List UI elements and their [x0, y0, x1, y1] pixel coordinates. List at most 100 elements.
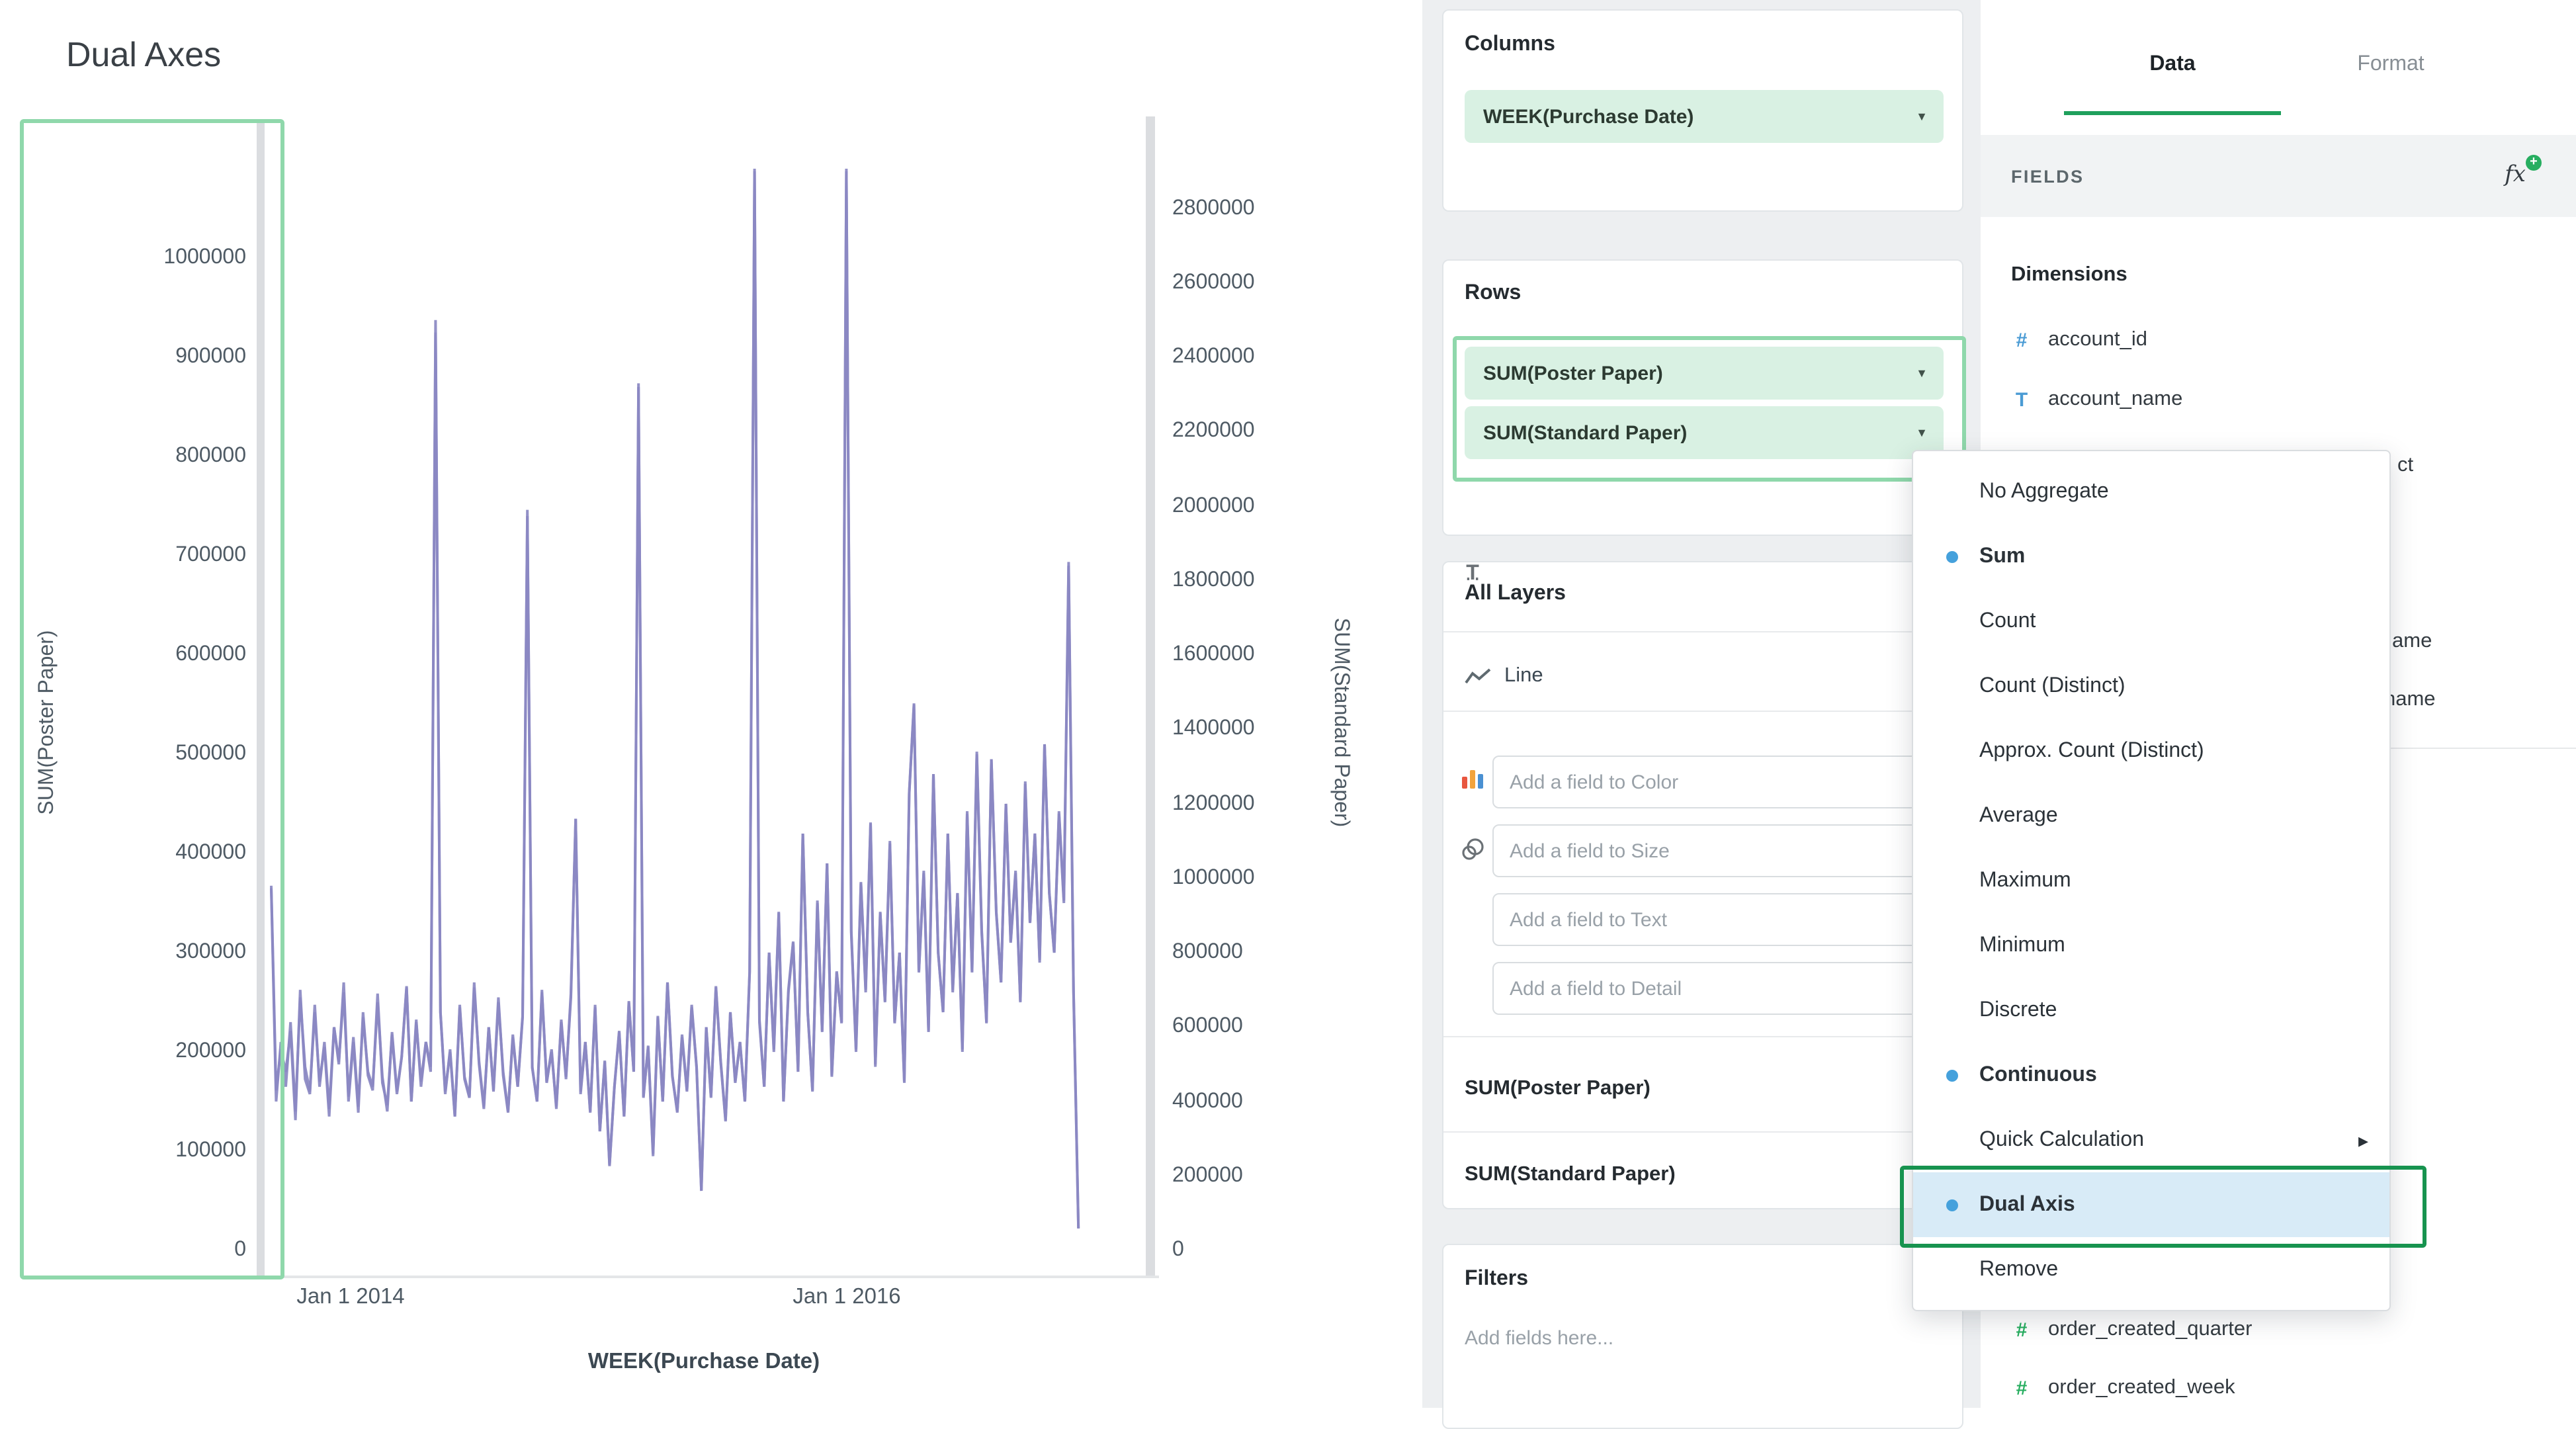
right-axis-tick: 2800000 [1172, 196, 1255, 220]
left-axis-tick: 600000 [79, 643, 246, 667]
right-axis-tick: 600000 [1172, 1016, 1243, 1039]
layer-measure-row[interactable]: SUM(Standard Paper) [1465, 1133, 1944, 1217]
menu-item-label: Discrete [1979, 998, 2057, 1022]
columns-shelf-card: Columns WEEK(Purchase Date) ▼ [1442, 9, 1963, 212]
menu-item-label: No Aggregate [1979, 480, 2109, 503]
menu-item-label: Minimum [1979, 933, 2065, 957]
dimensions-section-label: Dimensions [2011, 263, 2127, 287]
menu-item-remove[interactable]: Remove [1913, 1237, 2389, 1302]
pill-sum-standard-paper[interactable]: SUM(Standard Paper) ▼ [1465, 406, 1944, 459]
well-placeholder: Add a field to Detail [1510, 977, 1682, 1000]
fields-header-bar: FIELDS fx+ [1981, 135, 2576, 217]
hash-icon: # [2011, 1319, 2032, 1341]
menu-item-dual-axis[interactable]: Dual Axis [1913, 1172, 2389, 1237]
active-tab-underline [2064, 111, 2281, 115]
left-axis-title: SUM(Poster Paper) [36, 524, 60, 921]
selected-dot-icon [1946, 550, 1958, 562]
tab-format[interactable]: Format [2298, 53, 2483, 77]
pill-week-purchase-date[interactable]: WEEK(Purchase Date) ▼ [1465, 90, 1944, 143]
x-axis-tick: Jan 1 2016 [793, 1285, 900, 1310]
field-item-order_created_quarter[interactable]: # order_created_quarter [2011, 1318, 2253, 1342]
menu-item-quick-calculation[interactable]: Quick Calculation▸ [1913, 1107, 2389, 1172]
field-well-detail[interactable]: Add a field to Detail [1492, 962, 1940, 1015]
well-placeholder: Add a field to Size [1510, 840, 1670, 862]
occluded-field-name-fragment: name [2384, 688, 2436, 712]
selected-dot-icon [1946, 1069, 1958, 1081]
add-calculated-field-icon[interactable]: fx+ [2505, 161, 2526, 188]
right-axis-tick: 0 [1172, 1238, 1184, 1262]
left-axis-tick: 400000 [79, 842, 246, 865]
pill-sum-poster-paper[interactable]: SUM(Poster Paper) ▼ [1465, 347, 1944, 400]
field-item-account_name[interactable]: Taccount_name [2011, 388, 2182, 411]
text-type-icon: T [2011, 388, 2032, 411]
menu-item-label: Approx. Count (Distinct) [1979, 739, 2204, 763]
menu-item-average[interactable]: Average [1913, 783, 2389, 848]
x-axis-tick: Jan 1 2014 [296, 1285, 404, 1310]
right-axis-tick: 1800000 [1172, 569, 1255, 593]
right-axis-tick: 2200000 [1172, 420, 1255, 444]
right-axis-tick: 1400000 [1172, 718, 1255, 742]
menu-item-maximum[interactable]: Maximum [1913, 848, 2389, 913]
line-chart-icon [1465, 667, 1491, 685]
size-icon [1459, 838, 1486, 861]
left-axis-tick: 200000 [79, 1040, 246, 1064]
menu-item-label: Quick Calculation [1979, 1128, 2144, 1152]
color-icon [1462, 769, 1483, 789]
filters-placeholder[interactable]: Add fields here... [1465, 1327, 1613, 1350]
field-well-color[interactable]: Add a field to Color [1492, 756, 1940, 808]
left-axis-tick: 700000 [79, 544, 246, 568]
filters-card: Filters Add fields here... [1442, 1244, 1963, 1429]
left-axis-tick: 500000 [79, 742, 246, 766]
left-axis-tick: 0 [79, 1238, 246, 1262]
chart-type-label: Line [1504, 664, 1543, 688]
menu-item-continuous[interactable]: Continuous [1913, 1043, 2389, 1107]
menu-item-count-distinct[interactable]: Count (Distinct) [1913, 654, 2389, 718]
field-name: account_name [2048, 388, 2182, 411]
x-axis-title: WEEK(Purchase Date) [439, 1350, 968, 1375]
menu-item-label: Sum [1979, 544, 2025, 568]
menu-item-label: Average [1979, 804, 2058, 828]
menu-item-count[interactable]: Count [1913, 589, 2389, 654]
left-axis-tick: 800000 [79, 445, 246, 468]
right-axis-title: SUM(Standard Paper) [1328, 524, 1352, 921]
right-axis-tick: 200000 [1172, 1164, 1243, 1188]
right-axis-tick: 2600000 [1172, 271, 1255, 295]
chevron-down-icon[interactable]: ▼ [1916, 426, 1928, 439]
left-axis-line [257, 119, 265, 1277]
layer-measure-label: SUM(Standard Paper) [1465, 1163, 1676, 1187]
left-axis-tick: 900000 [79, 345, 246, 369]
menu-item-label: Count [1979, 609, 2036, 633]
field-name: order_created_quarter [2048, 1318, 2253, 1342]
occluded-field-name-fragment: ct [2397, 454, 2413, 478]
left-axis-tick: 300000 [79, 941, 246, 965]
left-axis-tick: 100000 [79, 1139, 246, 1163]
detail-icon: ∴ [1459, 562, 1486, 589]
rows-shelf-title: Rows [1465, 282, 1521, 306]
field-well-size[interactable]: Add a field to Size [1492, 824, 1940, 877]
rows-shelf-card: Rows SUM(Poster Paper) ▼ SUM(Standard Pa… [1442, 259, 1963, 536]
right-axis-line [1146, 116, 1155, 1277]
chart-type-selector[interactable]: Line [1465, 647, 1543, 705]
field-well-text[interactable]: Add a field to Text [1492, 893, 1940, 946]
right-axis-tick: 1200000 [1172, 792, 1255, 816]
right-axis-tick: 2400000 [1172, 345, 1255, 369]
pill-label: SUM(Standard Paper) [1483, 421, 1687, 444]
menu-item-no-aggregate[interactable]: No Aggregate [1913, 459, 2389, 524]
menu-item-minimum[interactable]: Minimum [1913, 913, 2389, 978]
field-item-order_created_week[interactable]: #order_created_week [2011, 1376, 2235, 1400]
layer-measure-row[interactable]: SUM(Poster Paper) [1465, 1047, 1944, 1131]
right-axis-tick: 2000000 [1172, 494, 1255, 518]
occluded-field-name-fragment: ame [2392, 630, 2432, 654]
filters-title: Filters [1465, 1268, 1528, 1291]
pill-label: WEEK(Purchase Date) [1483, 105, 1694, 128]
menu-item-discrete[interactable]: Discrete [1913, 978, 2389, 1043]
menu-item-approx-count-distinct[interactable]: Approx. Count (Distinct) [1913, 718, 2389, 783]
chart-title: Dual Axes [66, 34, 221, 75]
chevron-down-icon[interactable]: ▼ [1916, 367, 1928, 380]
tab-data[interactable]: Data [2064, 53, 2281, 77]
menu-item-sum[interactable]: Sum [1913, 524, 2389, 589]
right-axis-tick: 400000 [1172, 1090, 1243, 1113]
chevron-down-icon[interactable]: ▼ [1916, 110, 1928, 123]
field-item-account_id[interactable]: #account_id [2011, 328, 2147, 352]
series-line-left [271, 169, 1078, 1229]
